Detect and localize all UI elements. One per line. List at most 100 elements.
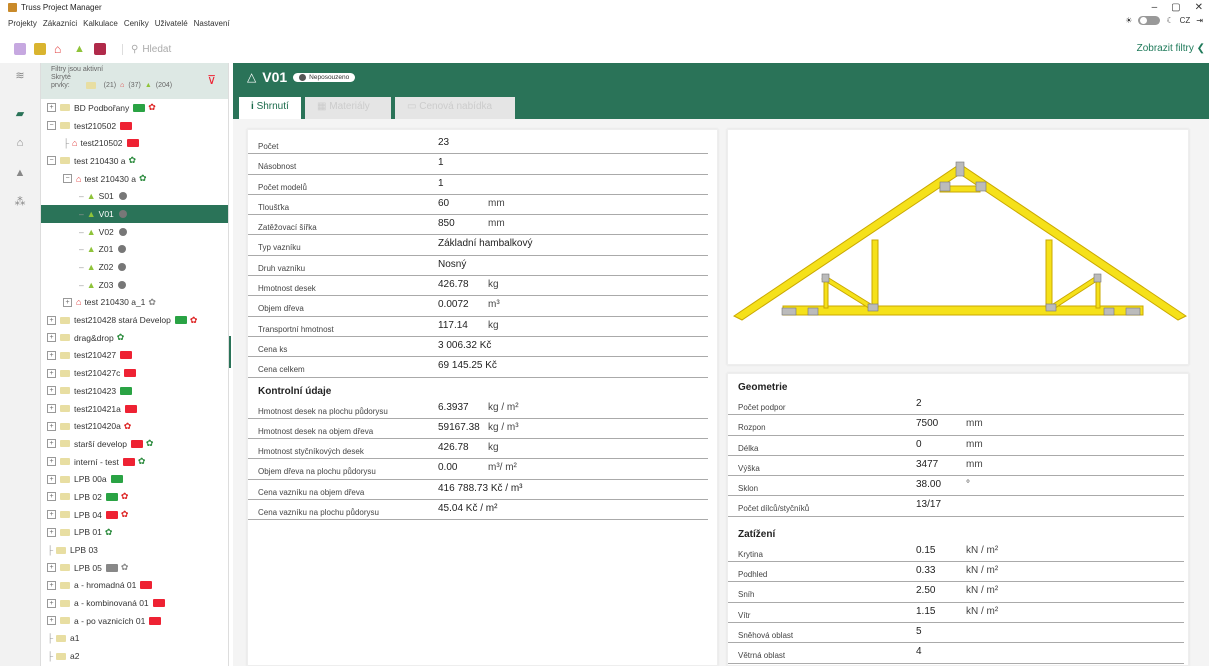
- tree-scrollbar[interactable]: [229, 336, 231, 368]
- geometry-value[interactable]: 38.00: [916, 479, 941, 490]
- tree-item[interactable]: + LPB 04 ✿: [41, 506, 228, 524]
- tree-item[interactable]: + a - po vaznicích 01: [41, 612, 228, 630]
- menu-item[interactable]: Zákazníci: [43, 19, 77, 28]
- users-icon[interactable]: ⁂: [13, 195, 27, 208]
- expand-toggle[interactable]: −: [47, 156, 56, 166]
- tab-summary[interactable]: i Shrnutí: [239, 97, 301, 119]
- maximize-button[interactable]: ▢: [1171, 2, 1180, 13]
- load-value[interactable]: 0.15: [916, 545, 935, 556]
- tree-item[interactable]: ├ a1: [41, 630, 228, 648]
- summary-value[interactable]: 3 006.32 Kč: [438, 340, 491, 351]
- expand-toggle[interactable]: +: [47, 368, 56, 378]
- summary-value[interactable]: Základní hambalkový: [438, 238, 533, 249]
- tree-item[interactable]: + LPB 01 ✿: [41, 524, 228, 542]
- tab-materials[interactable]: ▦ Materiály: [305, 97, 391, 119]
- menu-item[interactable]: Ceníky: [124, 19, 149, 28]
- tree-item[interactable]: + test210427c: [41, 364, 228, 382]
- tree-item[interactable]: ├ LPB 03: [41, 541, 228, 559]
- tree-item[interactable]: + test210421a: [41, 400, 228, 418]
- tree-item[interactable]: − test 210430 a ✿: [41, 152, 228, 170]
- close-button[interactable]: ✕: [1195, 2, 1203, 13]
- expand-toggle[interactable]: +: [47, 404, 56, 414]
- summary-value[interactable]: 23: [438, 137, 449, 148]
- control-value[interactable]: 426.78: [438, 442, 469, 453]
- summary-value[interactable]: 60: [438, 198, 449, 209]
- expand-toggle[interactable]: +: [47, 350, 56, 360]
- geometry-value[interactable]: 2: [916, 398, 922, 409]
- truss-icon[interactable]: ▲: [13, 167, 27, 179]
- summary-value[interactable]: Nosný: [438, 259, 466, 270]
- expand-toggle[interactable]: +: [47, 616, 56, 626]
- tree-icon[interactable]: [34, 43, 46, 55]
- tree-item[interactable]: − test210502: [41, 117, 228, 135]
- summary-value[interactable]: 117.14: [438, 320, 468, 331]
- control-value[interactable]: 0.00: [438, 462, 457, 473]
- tree-item[interactable]: + LPB 00a: [41, 470, 228, 488]
- summary-value[interactable]: 0.0072: [438, 299, 469, 310]
- control-value[interactable]: 59167.38: [438, 422, 480, 433]
- clear-filter-icon[interactable]: ⊽: [207, 73, 216, 87]
- summary-value[interactable]: 850: [438, 218, 455, 229]
- tree-item[interactable]: − ⌂ test 210430 a ✿: [41, 170, 228, 188]
- tree-item[interactable]: – ▲ V02: [41, 223, 228, 241]
- load-value[interactable]: 5: [916, 626, 922, 637]
- geometry-value[interactable]: 13/17: [916, 499, 941, 510]
- tree-item[interactable]: – ▲ Z01: [41, 241, 228, 259]
- expand-toggle[interactable]: −: [63, 174, 72, 184]
- control-value[interactable]: 45.04 Kč / m²: [438, 503, 497, 514]
- house-icon[interactable]: ⌂: [13, 137, 27, 149]
- tree-item[interactable]: + BD Podbořany ✿: [41, 99, 228, 117]
- theme-toggle[interactable]: [1138, 16, 1161, 25]
- expand-toggle[interactable]: +: [63, 297, 72, 307]
- minimize-button[interactable]: –: [1152, 2, 1158, 13]
- menu-item[interactable]: Projekty: [8, 19, 37, 28]
- tree-item[interactable]: + test210423: [41, 382, 228, 400]
- load-value[interactable]: 2.50: [916, 585, 935, 596]
- tree-item[interactable]: + a - kombinovaná 01: [41, 594, 228, 612]
- expand-toggle[interactable]: +: [47, 386, 56, 396]
- show-filters-button[interactable]: Zobrazit filtry ❮: [1137, 43, 1205, 54]
- tab-quote[interactable]: ▭ Cenová nabídka: [395, 97, 515, 119]
- search-box[interactable]: ⚲ Hledat: [122, 43, 171, 55]
- layers-icon[interactable]: ≋: [13, 69, 27, 82]
- tree-item[interactable]: + starší develop ✿: [41, 435, 228, 453]
- add-truss-icon[interactable]: ▲: [74, 43, 86, 55]
- expand-toggle[interactable]: +: [47, 439, 56, 449]
- summary-value[interactable]: 1: [438, 157, 444, 168]
- lang-selector[interactable]: CZ: [1180, 16, 1191, 25]
- geometry-value[interactable]: 3477: [916, 459, 938, 470]
- tree-item[interactable]: + LPB 05 ✿: [41, 559, 228, 577]
- geometry-value[interactable]: 7500: [916, 418, 938, 429]
- expand-toggle[interactable]: +: [47, 598, 56, 608]
- expand-toggle[interactable]: +: [47, 580, 56, 590]
- menu-item[interactable]: Nastavení: [194, 19, 230, 28]
- geometry-value[interactable]: 0: [916, 439, 922, 450]
- add-project-icon[interactable]: ⌂: [54, 43, 66, 55]
- tree-item[interactable]: + test210428 stará Develop ✿: [41, 311, 228, 329]
- load-value[interactable]: 1.15: [916, 606, 935, 617]
- tree-item[interactable]: + ⌂ test 210430 a_1 ✿: [41, 294, 228, 312]
- summary-value[interactable]: 426.78: [438, 279, 469, 290]
- summary-value[interactable]: 1: [438, 178, 444, 189]
- expand-toggle[interactable]: +: [47, 510, 56, 520]
- summary-value[interactable]: 69 145.25 Kč: [438, 360, 497, 371]
- expand-toggle[interactable]: +: [47, 421, 56, 431]
- search-input[interactable]: Hledat: [142, 44, 171, 55]
- expand-toggle[interactable]: +: [47, 333, 56, 343]
- document-icon[interactable]: [94, 43, 106, 55]
- tree-item[interactable]: – ▲ S01: [41, 187, 228, 205]
- tree-item[interactable]: + test210420a ✿: [41, 417, 228, 435]
- expand-toggle[interactable]: +: [47, 563, 56, 573]
- expand-toggle[interactable]: +: [47, 492, 56, 502]
- control-value[interactable]: 6.3937: [438, 402, 469, 413]
- tree-item[interactable]: + interní - test ✿: [41, 453, 228, 471]
- tree-item[interactable]: + test210427: [41, 347, 228, 365]
- tree-item[interactable]: + a - hromadná 01: [41, 577, 228, 595]
- folders-icon[interactable]: ▰: [13, 107, 27, 120]
- tree-item[interactable]: – ▲ Z02: [41, 258, 228, 276]
- tree-item[interactable]: + LPB 02 ✿: [41, 488, 228, 506]
- menu-item[interactable]: Kalkulace: [83, 19, 118, 28]
- load-value[interactable]: 4: [916, 646, 922, 657]
- control-value[interactable]: 416 788.73 Kč / m³: [438, 483, 523, 494]
- expand-toggle[interactable]: +: [47, 315, 56, 325]
